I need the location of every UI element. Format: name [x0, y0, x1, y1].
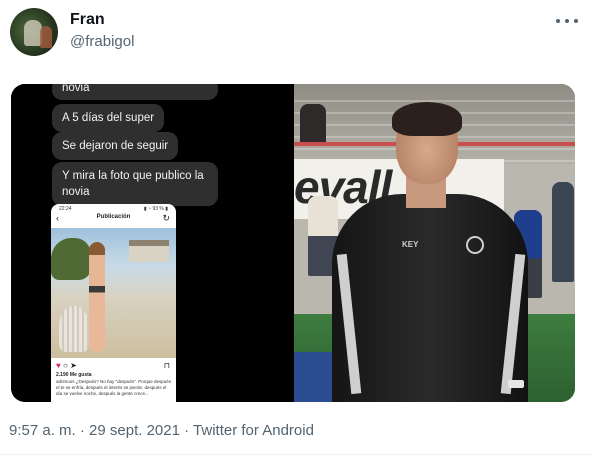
post-likes: 2.190 Me gusta	[56, 372, 92, 378]
tweet-source[interactable]: Twitter for Android	[193, 422, 314, 439]
meta-separator: ·	[79, 422, 85, 439]
post-actions: ♥ ○ ➤	[56, 361, 77, 370]
media-image-chat[interactable]: novia A 5 días del super Se dejaron de s…	[11, 84, 292, 402]
tweet-media[interactable]: novia A 5 días del super Se dejaron de s…	[11, 84, 575, 402]
author-name[interactable]: Fran	[70, 11, 105, 29]
police-officer	[552, 182, 574, 282]
tweet-time[interactable]: 9:57 a. m.	[9, 422, 76, 439]
instagram-screenshot: 22:24 ▮ ◔ 93 % ▮ ‹ Publicación ↻ ♥ ○ ➤ ⊓…	[51, 204, 176, 402]
tree	[51, 238, 91, 280]
refresh-icon: ↻	[162, 213, 170, 223]
coach-hair	[392, 102, 462, 136]
avatar[interactable]	[10, 8, 58, 56]
chat-bubble: Se dejaron de seguir	[52, 132, 179, 160]
comment-icon: ○	[62, 361, 68, 370]
bookmark-icon: ⊓	[163, 361, 170, 370]
phone-status-right: ▮ ◔ 93 % ▮	[143, 206, 168, 212]
meta-separator: ·	[184, 422, 190, 439]
phone-status-time: 22:24	[59, 206, 72, 212]
club-crest-icon	[466, 236, 484, 254]
woven-pot	[59, 306, 89, 352]
author-handle[interactable]: @frabigol	[70, 33, 134, 50]
chat-bubble: novia	[52, 84, 218, 100]
jacket-brand: KEY	[402, 240, 419, 249]
media-image-photo[interactable]: evall KEY	[294, 84, 575, 402]
avatar-figure-2	[40, 26, 52, 48]
post-photo	[51, 228, 176, 358]
woman-figure	[89, 242, 105, 352]
wristwatch	[508, 380, 524, 388]
more-options-icon[interactable]	[556, 12, 578, 30]
spectator	[300, 104, 326, 144]
phone-screen-title: Publicación	[96, 214, 131, 220]
phone-header: ‹ Publicación ↻	[51, 213, 176, 227]
chat-bubble: Y mira la foto que publico la novia	[52, 162, 218, 206]
tweet-metadata: 9:57 a. m. · 29 sept. 2021 · Twitter for…	[9, 422, 314, 439]
coach-jacket	[332, 194, 528, 402]
heart-icon: ♥	[56, 361, 61, 370]
tweet-date[interactable]: 29 sept. 2021	[89, 422, 180, 439]
tweet: Fran @frabigol novia A 5 días del super …	[0, 0, 592, 455]
chat-bubble: A 5 días del super	[52, 104, 165, 132]
share-icon: ➤	[70, 361, 77, 370]
house	[129, 240, 169, 262]
post-caption: adrimoos ¿Después? No hay "después". Por…	[56, 379, 172, 396]
